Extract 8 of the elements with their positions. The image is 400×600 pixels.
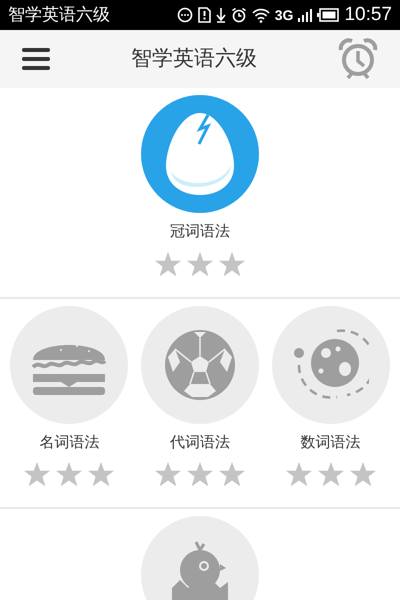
lesson-title: 冠词语法 — [170, 222, 230, 242]
lesson-title: 数词语法 — [300, 432, 361, 452]
lesson-title: 代词语法 — [170, 432, 230, 452]
page-title: 智学英语六级 — [130, 46, 258, 72]
lesson-title: 名词语法 — [39, 432, 100, 452]
network-type: 3G — [274, 6, 294, 24]
clock: 10:57 — [344, 2, 392, 27]
app-name: 智学英语六级 — [8, 4, 110, 26]
